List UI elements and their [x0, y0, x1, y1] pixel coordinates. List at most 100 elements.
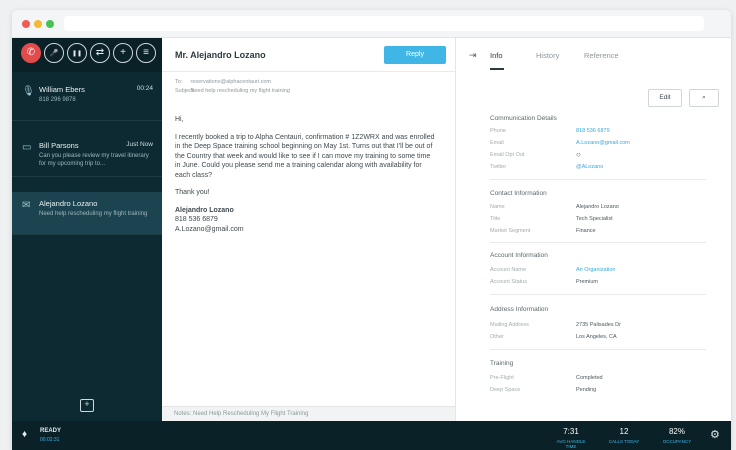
email-to: To: reservations@alphacentauri.com: [175, 79, 271, 85]
section-divider: [490, 294, 706, 295]
section-title: Communication Details: [490, 115, 557, 122]
section-title: Contact Information: [490, 190, 547, 197]
contact-name: Mr. Alejandro Lozano: [175, 50, 266, 60]
field-label: Name: [490, 204, 505, 210]
conversation-time: 00:24: [136, 85, 153, 92]
conversation-time: Just Now: [126, 141, 153, 148]
phone-link[interactable]: 818 536 6879: [576, 128, 610, 134]
edit-button[interactable]: Edit: [648, 89, 682, 107]
conversation-item[interactable]: ▭ Bill Parsons Just Now Can you please r…: [12, 134, 162, 177]
section-divider: [490, 242, 706, 243]
status-bar: ♦ READY 00:02:31 7:31 AVG HANDLE TIME 12…: [12, 421, 731, 450]
field-value: Alejandro Lozano: [576, 204, 619, 210]
settings-icon[interactable]: ⚙: [710, 428, 720, 441]
address-bar[interactable]: [64, 16, 704, 31]
app-window: ✆ 🎤 ❚❚ ⇄ + ≡ 🎙 William Ebers 00:24 818 2…: [12, 10, 731, 450]
conversation-name: Alejandro Lozano: [39, 199, 98, 208]
menu-icon: ≡: [143, 47, 149, 58]
stat-caption: OCCUPANCY: [662, 439, 692, 444]
field-label: Market Segment: [490, 228, 531, 234]
contact-panel: ⇥ Info History Reference Edit ⌕ Communic…: [457, 38, 731, 421]
email-body: Hi, I recently booked a trip to Alpha Ce…: [175, 115, 435, 234]
stat-value: 7:31: [563, 427, 579, 436]
field-label: Account Name: [490, 267, 527, 273]
conversation-preview: Need help rescheduling my flight trainin…: [39, 211, 148, 217]
transfer-icon: ⇄: [95, 47, 105, 58]
active-tab-indicator: [490, 68, 504, 70]
signature-phone: 818 536 6879: [175, 216, 218, 223]
state-timer: 00:02:31: [40, 437, 60, 443]
signature-name: Alejandro Lozano: [175, 206, 234, 214]
section-title: Account Information: [490, 252, 548, 259]
collapse-panel-icon[interactable]: ⇥: [469, 50, 477, 61]
subject-label: Subject:: [175, 88, 195, 94]
conversation-name: William Ebers: [39, 85, 85, 94]
field-value: Los Angeles, CA: [576, 334, 617, 340]
agent-icon: ♦: [22, 429, 28, 440]
subject-value: Need help rescheduling my flight trainin…: [190, 88, 290, 94]
agent-state[interactable]: READY: [40, 428, 61, 434]
field-value: Premium: [576, 279, 599, 285]
conversation-preview: Can you please review my travel itinerar…: [39, 153, 149, 167]
new-note-button[interactable]: +: [80, 399, 94, 412]
stat-caption: CALLS TODAY: [608, 439, 640, 444]
conversation-name: Bill Parsons: [39, 141, 79, 150]
compose-icon: +: [84, 399, 90, 409]
end-call-icon: ✆: [26, 47, 36, 58]
minimize-window-dot[interactable]: [34, 20, 42, 28]
hold-button[interactable]: ❚❚: [67, 43, 87, 63]
section-divider: [490, 349, 706, 350]
conversation-item[interactable]: 🎙 William Ebers 00:24 818 296 9878: [12, 78, 162, 121]
field-value: Completed: [576, 375, 603, 381]
stat-value: 12: [619, 427, 629, 436]
tab-history[interactable]: History: [536, 51, 559, 60]
to-value: reservations@alphacentauri.com: [190, 79, 272, 85]
to-label: To:: [175, 79, 183, 85]
field-label: Pre-Flight: [490, 375, 514, 381]
conversation-sidebar: ✆ 🎤 ❚❚ ⇄ + ≡ 🎙 William Ebers 00:24 818 2…: [12, 38, 162, 421]
search-button[interactable]: ⌕: [689, 89, 719, 107]
stat-value: 82%: [668, 427, 685, 436]
field-value: 2735 Palisades Dr: [576, 322, 621, 328]
email-paragraph: I recently booked a trip to Alpha Centau…: [175, 133, 435, 179]
microphone-icon: 🎙: [22, 86, 35, 97]
add-call-button[interactable]: +: [113, 43, 133, 63]
chat-icon: ▭: [22, 142, 32, 153]
close-window-dot[interactable]: [22, 20, 30, 28]
end-call-button[interactable]: ✆: [21, 43, 41, 63]
search-icon: ⌕: [702, 94, 706, 101]
email-opt-out-checkbox[interactable]: ○: [576, 150, 581, 159]
section-divider: [490, 179, 706, 180]
reply-button[interactable]: Reply: [384, 46, 446, 64]
section-title: Address Information: [490, 306, 549, 313]
field-value: Finance: [576, 228, 596, 234]
pause-icon: ❚❚: [71, 51, 83, 57]
maximize-window-dot[interactable]: [46, 20, 54, 28]
transfer-button[interactable]: ⇄: [90, 43, 110, 63]
menu-button[interactable]: ≡: [136, 43, 156, 63]
mute-icon: 🎤: [49, 50, 59, 57]
conversation-item-active[interactable]: ✉ Alejandro Lozano Need help reschedulin…: [12, 192, 162, 235]
field-label: Account Status: [490, 279, 527, 285]
window-titlebar: [12, 10, 731, 38]
mute-button[interactable]: 🎤: [44, 43, 64, 63]
field-label: Email Opt Out: [490, 152, 525, 158]
field-label: Title: [490, 216, 501, 222]
email-header: Mr. Alejandro Lozano Reply: [162, 38, 455, 72]
tab-reference[interactable]: Reference: [584, 51, 619, 60]
field-value: Pending: [576, 387, 597, 393]
section-title: Training: [490, 360, 514, 367]
email-thanks: Thank you!: [175, 189, 210, 196]
call-controls: ✆ 🎤 ❚❚ ⇄ + ≡: [12, 38, 162, 72]
field-value: Tech Specialist: [576, 216, 613, 222]
email-link[interactable]: A.Lozano@gmail.com: [576, 140, 630, 146]
twitter-link[interactable]: @ALozano: [576, 164, 603, 170]
field-label: Mailing Address: [490, 322, 529, 328]
tab-info[interactable]: Info: [490, 51, 503, 60]
email-greeting: Hi,: [175, 116, 184, 123]
notes-field[interactable]: Notes: Need Help Rescheduling My Flight …: [162, 406, 455, 421]
email-subject: Subject: Need help rescheduling my fligh…: [175, 88, 290, 94]
field-label: Deep Space: [490, 387, 521, 393]
account-name-link[interactable]: An Organization: [576, 267, 615, 273]
field-label: Other: [490, 334, 504, 340]
